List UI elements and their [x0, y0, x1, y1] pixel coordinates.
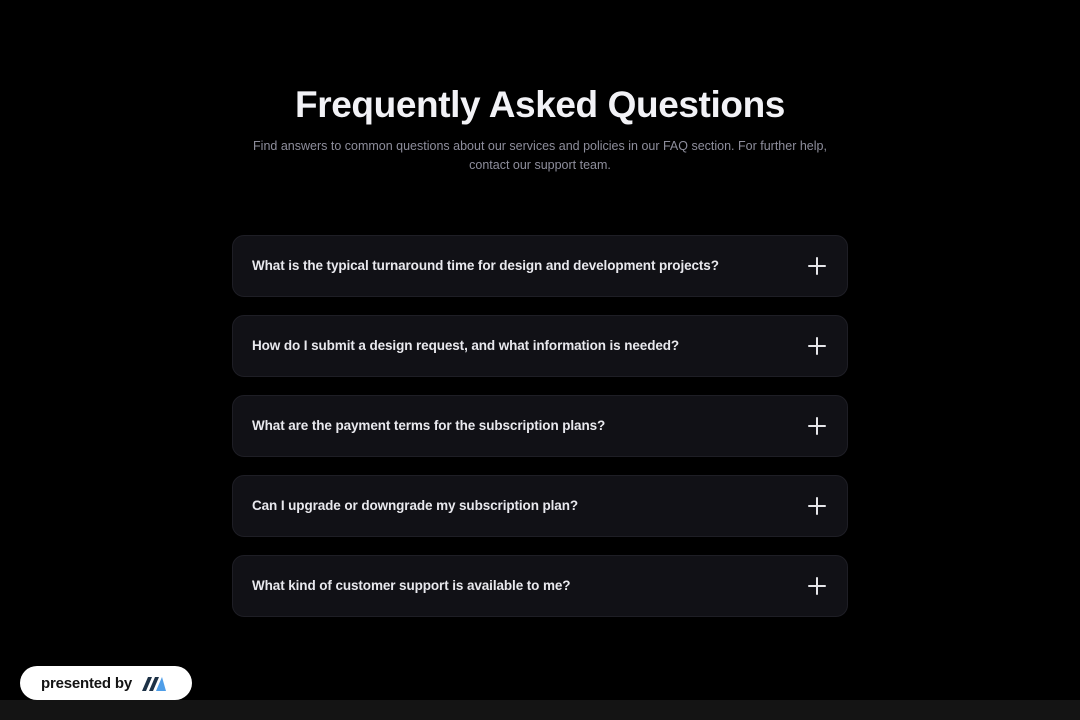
- faq-question: What is the typical turnaround time for …: [252, 258, 719, 273]
- faq-question: What kind of customer support is availab…: [252, 578, 571, 593]
- plus-icon[interactable]: [807, 496, 827, 516]
- faq-page: Frequently Asked Questions Find answers …: [0, 0, 1080, 720]
- page-subtitle: Find answers to common questions about o…: [253, 139, 827, 172]
- faq-item-turnaround-time[interactable]: What is the typical turnaround time for …: [232, 235, 848, 297]
- bottom-bar: [0, 700, 1080, 720]
- plus-icon[interactable]: [807, 416, 827, 436]
- plus-icon[interactable]: [807, 256, 827, 276]
- plus-icon[interactable]: [807, 576, 827, 596]
- brand-logo-icon: [141, 677, 166, 691]
- faq-question: How do I submit a design request, and wh…: [252, 338, 680, 353]
- plus-icon[interactable]: [807, 336, 827, 356]
- faq-item-payment-terms[interactable]: What are the payment terms for the subsc…: [232, 395, 848, 457]
- presented-by-badge[interactable]: presented by: [20, 666, 192, 700]
- faq-question: What are the payment terms for the subsc…: [252, 418, 606, 433]
- faq-item-upgrade-plan[interactable]: Can I upgrade or downgrade my subscripti…: [232, 475, 848, 537]
- faq-item-design-request[interactable]: How do I submit a design request, and wh…: [232, 315, 848, 377]
- faq-item-customer-support[interactable]: What kind of customer support is availab…: [232, 555, 848, 617]
- faq-question: Can I upgrade or downgrade my subscripti…: [252, 498, 578, 513]
- page-title: Frequently Asked Questions: [295, 84, 785, 125]
- badge-label: presented by: [41, 674, 132, 692]
- faq-list: What is the typical turnaround time for …: [232, 235, 848, 635]
